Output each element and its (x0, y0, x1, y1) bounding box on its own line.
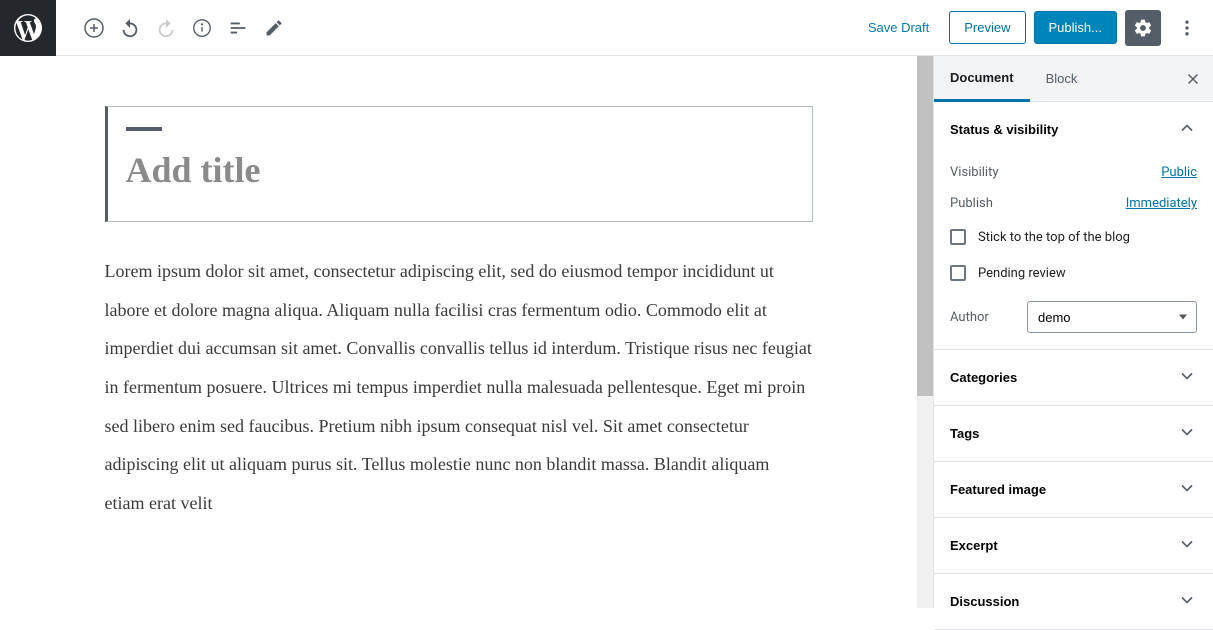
edit-button[interactable] (256, 10, 292, 46)
close-sidebar-button[interactable] (1173, 56, 1213, 102)
undo-button[interactable] (112, 10, 148, 46)
chevron-down-icon (1177, 478, 1197, 501)
content-paragraph[interactable]: Lorem ipsum dolor sit amet, consectetur … (105, 252, 813, 523)
settings-button[interactable] (1125, 10, 1161, 46)
chevron-down-icon (1177, 366, 1197, 389)
panel-title: Tags (950, 426, 979, 441)
editor-canvas[interactable]: Add title Lorem ipsum dolor sit amet, co… (0, 56, 917, 608)
panel-title: Featured image (950, 482, 1046, 497)
publish-value-link[interactable]: Immediately (1126, 196, 1197, 211)
stick-to-top-checkbox[interactable] (950, 229, 966, 245)
chevron-up-icon (1177, 118, 1197, 141)
author-select[interactable]: demo (1027, 301, 1197, 333)
panel-excerpt[interactable]: Excerpt (934, 518, 1213, 573)
more-menu-button[interactable] (1169, 10, 1205, 46)
title-placeholder[interactable]: Add title (126, 149, 794, 191)
panel-title: Categories (950, 370, 1017, 385)
panel-status-visibility[interactable]: Status & visibility (934, 102, 1213, 157)
panel-featured-image[interactable]: Featured image (934, 462, 1213, 517)
editor-scrollbar[interactable] (917, 56, 933, 608)
stick-to-top-label: Stick to the top of the blog (978, 230, 1130, 245)
panel-categories[interactable]: Categories (934, 350, 1213, 405)
visibility-label: Visibility (950, 165, 999, 180)
author-label: Author (950, 310, 989, 325)
chevron-down-icon (1177, 422, 1197, 445)
visibility-value-link[interactable]: Public (1161, 165, 1197, 180)
preview-button[interactable]: Preview (949, 11, 1025, 44)
save-draft-button[interactable]: Save Draft (856, 12, 941, 43)
title-block[interactable]: Add title (105, 106, 813, 222)
panel-discussion[interactable]: Discussion (934, 574, 1213, 629)
panel-title: Discussion (950, 594, 1019, 609)
pending-review-checkbox[interactable] (950, 265, 966, 281)
stick-to-top-row[interactable]: Stick to the top of the blog (950, 219, 1197, 255)
publish-button[interactable]: Publish... (1034, 11, 1117, 44)
tab-document[interactable]: Document (934, 56, 1030, 102)
wordpress-logo[interactable] (0, 0, 56, 56)
panel-title: Excerpt (950, 538, 998, 553)
publish-label: Publish (950, 196, 993, 211)
pending-review-label: Pending review (978, 266, 1066, 281)
editor-scroll-thumb[interactable] (917, 56, 933, 396)
title-decoration (126, 127, 162, 131)
chevron-down-icon (1177, 534, 1197, 557)
pending-review-row[interactable]: Pending review (950, 255, 1197, 291)
settings-sidebar: Document Block Status & visibility Visib… (933, 56, 1213, 608)
outline-button[interactable] (220, 10, 256, 46)
redo-button (148, 10, 184, 46)
add-block-button[interactable] (76, 10, 112, 46)
panel-title: Status & visibility (950, 122, 1058, 137)
tab-block[interactable]: Block (1030, 56, 1094, 102)
panel-tags[interactable]: Tags (934, 406, 1213, 461)
chevron-down-icon (1177, 590, 1197, 613)
info-button[interactable] (184, 10, 220, 46)
